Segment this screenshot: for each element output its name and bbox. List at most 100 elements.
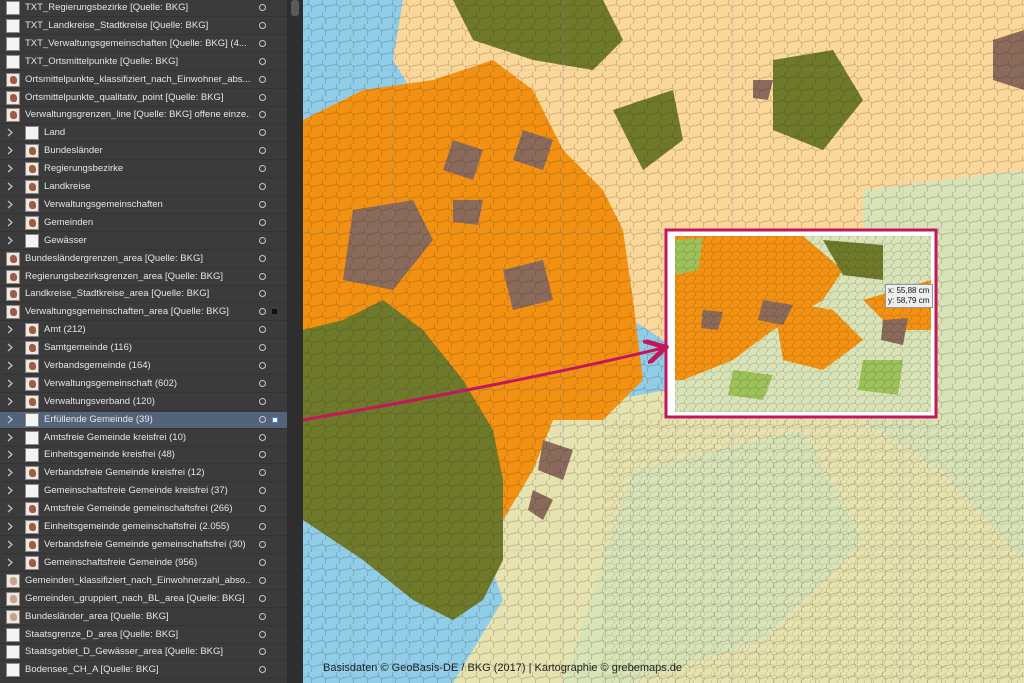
layer-row[interactable]: Gemeinschaftsfreie Gemeinde (956) (0, 555, 287, 572)
chevron-right-icon[interactable] (7, 540, 15, 550)
target-circle-icon[interactable] (259, 111, 266, 118)
target-circle-icon[interactable] (259, 398, 266, 405)
target-circle-icon[interactable] (259, 595, 266, 602)
layer-row[interactable]: TXT_Regierungsbezirke [Quelle: BKG] (0, 0, 287, 17)
chevron-right-icon[interactable] (7, 450, 15, 460)
layer-row[interactable]: TXT_Ortsmittelpunkte [Quelle: BKG] (0, 54, 287, 71)
layer-row[interactable]: Gemeinden_gruppiert_nach_BL_area [Quelle… (0, 591, 287, 608)
target-circle-icon[interactable] (259, 165, 266, 172)
layer-row[interactable]: Samtgemeinde (116) (0, 340, 287, 357)
chevron-right-icon[interactable] (7, 379, 15, 389)
chevron-right-icon[interactable] (7, 146, 15, 156)
chevron-right-icon[interactable] (7, 164, 15, 174)
target-circle-icon[interactable] (259, 58, 266, 65)
chevron-right-icon[interactable] (7, 468, 15, 478)
target-circle-icon[interactable] (259, 22, 266, 29)
chevron-right-icon[interactable] (7, 236, 15, 246)
target-circle-icon[interactable] (259, 631, 266, 638)
selection-square-icon[interactable] (272, 417, 278, 423)
layer-row[interactable]: Verbandsfreie Gemeinde kreisfrei (12) (0, 465, 287, 482)
target-circle-icon[interactable] (259, 451, 266, 458)
layer-row[interactable]: Bodensee_CH_A [Quelle: BKG] (0, 662, 287, 679)
layer-row[interactable]: Verwaltungsgemeinschaft (602) (0, 376, 287, 393)
target-circle-icon[interactable] (259, 290, 266, 297)
layer-row[interactable]: Land (0, 125, 287, 142)
chevron-right-icon[interactable] (7, 486, 15, 496)
layer-row[interactable]: Landkreise_Stadtkreise_area [Quelle: BKG… (0, 286, 287, 303)
layer-row[interactable]: Amtsfreie Gemeinde gemeinschaftsfrei (26… (0, 501, 287, 518)
target-circle-icon[interactable] (259, 362, 266, 369)
target-circle-icon[interactable] (259, 183, 266, 190)
chevron-right-icon[interactable] (7, 415, 15, 425)
chevron-right-icon[interactable] (7, 182, 15, 192)
scrollbar-thumb[interactable] (291, 0, 299, 16)
layer-row[interactable]: Verwaltungsgrenzen_line [Quelle: BKG] of… (0, 107, 287, 124)
target-circle-icon[interactable] (259, 129, 266, 136)
chevron-right-icon[interactable] (7, 361, 15, 371)
chevron-right-icon[interactable] (7, 325, 15, 335)
layer-row[interactable]: Ortsmittelpunkte_klassifiziert_nach_Einw… (0, 72, 287, 89)
layer-row[interactable]: Einheitsgemeinde gemeinschaftsfrei (2.05… (0, 519, 287, 536)
layer-row[interactable]: Verwaltungsverband (120) (0, 394, 287, 411)
layer-row[interactable]: Staatsgrenze_D_area [Quelle: BKG] (0, 627, 287, 644)
chevron-right-icon[interactable] (7, 128, 15, 138)
layer-row[interactable]: Gemeinschaftsfreie Gemeinde kreisfrei (3… (0, 483, 287, 500)
layers-scrollbar[interactable] (287, 0, 303, 683)
target-circle-icon[interactable] (259, 666, 266, 673)
layer-row[interactable]: Gemeinden (0, 215, 287, 232)
target-circle-icon[interactable] (259, 648, 266, 655)
layer-row[interactable]: TXT_Verwaltungsgemeinschaften [Quelle: B… (0, 36, 287, 53)
target-circle-icon[interactable] (259, 469, 266, 476)
layer-row[interactable]: Einheitsgemeinde kreisfrei (48) (0, 447, 287, 464)
target-circle-icon[interactable] (259, 94, 266, 101)
layer-row[interactable]: Landkreise (0, 179, 287, 196)
chevron-right-icon[interactable] (7, 522, 15, 532)
layer-row[interactable]: Amt (212) (0, 322, 287, 339)
chevron-right-icon[interactable] (7, 397, 15, 407)
target-circle-icon[interactable] (259, 559, 266, 566)
layer-row[interactable]: Gemeinden_klassifiziert_nach_Einwohnerza… (0, 573, 287, 590)
target-circle-icon[interactable] (259, 4, 266, 11)
target-circle-icon[interactable] (259, 416, 266, 423)
layer-row[interactable]: Ortsmittelpunkte_qualitativ_point [Quell… (0, 90, 287, 107)
target-circle-icon[interactable] (259, 201, 266, 208)
target-circle-icon[interactable] (259, 487, 266, 494)
target-circle-icon[interactable] (259, 76, 266, 83)
chevron-right-icon[interactable] (7, 343, 15, 353)
target-circle-icon[interactable] (259, 219, 266, 226)
target-circle-icon[interactable] (259, 344, 266, 351)
target-circle-icon[interactable] (259, 577, 266, 584)
target-circle-icon[interactable] (259, 613, 266, 620)
chevron-right-icon[interactable] (7, 200, 15, 210)
chevron-right-icon[interactable] (7, 218, 15, 228)
target-circle-icon[interactable] (259, 326, 266, 333)
target-circle-icon[interactable] (259, 273, 266, 280)
target-circle-icon[interactable] (259, 147, 266, 154)
target-circle-icon[interactable] (259, 505, 266, 512)
target-circle-icon[interactable] (259, 255, 266, 262)
target-circle-icon[interactable] (259, 308, 266, 315)
layer-row[interactable]: Regierungsbezirksgrenzen_area [Quelle: B… (0, 269, 287, 286)
layer-row[interactable]: Verbandsfreie Gemeinde gemeinschaftsfrei… (0, 537, 287, 554)
chevron-right-icon[interactable] (7, 433, 15, 443)
layer-row[interactable]: Bundesländergrenzen_area [Quelle: BKG] (0, 251, 287, 268)
layer-row[interactable]: Bundesländer (0, 143, 287, 160)
target-circle-icon[interactable] (259, 541, 266, 548)
layer-row[interactable]: Gewässer (0, 233, 287, 250)
layer-row[interactable]: Verwaltungsgemeinschaften_area [Quelle: … (0, 304, 287, 321)
target-circle-icon[interactable] (259, 380, 266, 387)
target-circle-icon[interactable] (259, 434, 266, 441)
layer-row[interactable]: Staatsgebiet_D_Gewässer_area [Quelle: BK… (0, 644, 287, 661)
layer-row[interactable]: Verwaltungsgemeinschaften (0, 197, 287, 214)
map-canvas[interactable]: x: 55,88 cm y: 58,79 cm Basisdaten © Geo… (303, 0, 1024, 683)
layer-row[interactable]: TXT_Landkreise_Stadtkreise [Quelle: BKG] (0, 18, 287, 35)
selection-square-icon[interactable] (272, 309, 277, 314)
target-circle-icon[interactable] (259, 523, 266, 530)
layer-row[interactable]: Verbandsgemeinde (164) (0, 358, 287, 375)
chevron-right-icon[interactable] (7, 558, 15, 568)
target-circle-icon[interactable] (259, 40, 266, 47)
layer-row[interactable]: Erfüllende Gemeinde (39) (0, 412, 287, 429)
target-circle-icon[interactable] (259, 237, 266, 244)
layer-row[interactable]: Amtsfreie Gemeinde kreisfrei (10) (0, 430, 287, 447)
layer-row[interactable]: Bundesländer_area [Quelle: BKG] (0, 609, 287, 626)
